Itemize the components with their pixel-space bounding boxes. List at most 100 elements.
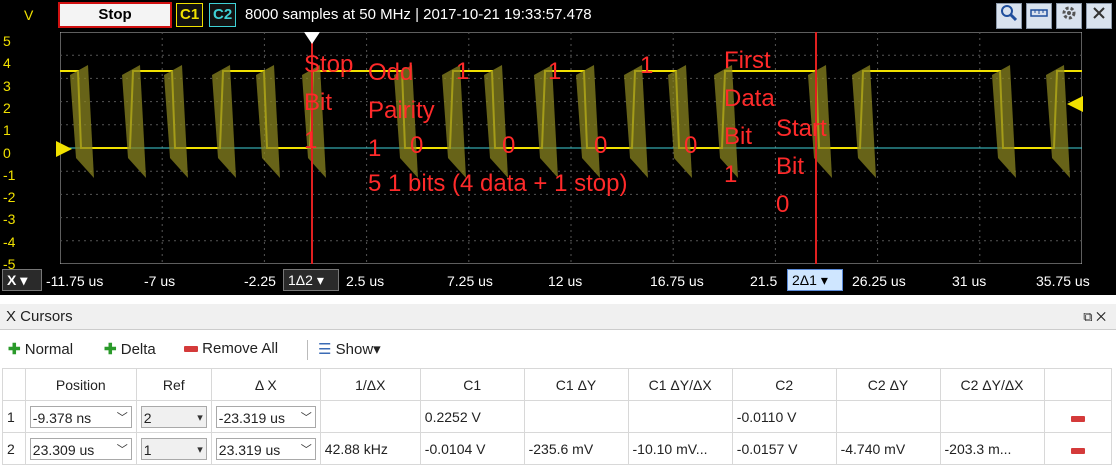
edge-envelope: [256, 65, 280, 178]
column-header: Δ X: [210, 368, 321, 401]
column-header: C2: [731, 368, 837, 401]
column-header: C2 ΔY: [835, 368, 941, 401]
x-tick-10: 35.75 us: [1036, 273, 1090, 289]
c1-dy-cell: [523, 400, 629, 433]
cursor-1-tag[interactable]: 1Δ2 ▾: [283, 269, 339, 291]
pin-icon[interactable]: ⧉ ✕: [1083, 304, 1106, 330]
annotation-summary: 5 1 bits (4 data + 1 stop): [368, 170, 628, 197]
x-axis-bar: X ▾ -11.75 us -7 us -2.25 1Δ2 ▾ 2.5 us 7…: [0, 265, 1116, 295]
scope-toolbar: V Stop C1 C2 8000 samples at 50 MHz | 20…: [0, 0, 1116, 32]
ref-select[interactable]: 1 ▾: [140, 437, 207, 460]
x-tick-4: 7.25 us: [447, 273, 493, 289]
y-tick-label: 0: [3, 144, 11, 161]
y-tick-label: -4: [3, 233, 16, 250]
column-header: [1043, 368, 1112, 401]
edge-envelope: [70, 65, 94, 178]
chevron-down-icon: ﹀: [300, 411, 312, 424]
minus-icon: [1070, 447, 1085, 454]
annotation-bit-3: 1: [548, 58, 562, 85]
x-cursors-panel-header: X Cursors ⧉ ✕: [0, 304, 1116, 330]
column-header: Ref: [135, 368, 212, 401]
position-value: -9.378 ns: [32, 409, 92, 426]
add-normal-button[interactable]: ✚ Normal: [8, 340, 73, 358]
annotation-first-data-bit: First Data Bit 1: [724, 47, 775, 188]
position-cell: 23.309 us ﹀: [24, 432, 137, 465]
y-tick-label: 5: [3, 33, 11, 49]
x-tick-5: 12 us: [548, 273, 583, 289]
dx-value: -23.319 us: [218, 409, 285, 426]
chevron-down-icon: ﹀: [116, 443, 128, 456]
position-cell: -9.378 ns ﹀: [24, 400, 137, 433]
column-header: Position: [24, 368, 137, 401]
y-tick-label: -2: [3, 189, 16, 206]
stop-button[interactable]: Stop: [58, 2, 172, 28]
position-value: 23.309 us: [32, 441, 95, 458]
remove-row-button[interactable]: [1043, 400, 1112, 433]
trigger-level-marker[interactable]: [1067, 95, 1085, 113]
x-tick-7: 21.5: [750, 273, 778, 289]
close-icon[interactable]: [1086, 3, 1112, 29]
y-tick-label: -3: [3, 211, 16, 228]
x-tick-1: -7 us: [144, 273, 176, 289]
ref-select[interactable]: 2 ▾: [140, 405, 207, 428]
channel-2-button[interactable]: C2: [209, 3, 237, 27]
add-delta-button[interactable]: ✚ Delta: [104, 340, 156, 358]
annotation-bit-6: 0: [684, 132, 698, 159]
minus-icon: [1070, 415, 1085, 422]
dx-select[interactable]: 23.319 us ﹀: [215, 437, 316, 460]
chevron-down-icon: ▾: [197, 411, 203, 424]
cursor-1-marker[interactable]: [304, 32, 320, 44]
zoom-icon[interactable]: [996, 3, 1022, 29]
ref-cell: 2 ▾: [135, 400, 212, 433]
scope-plot-panel: V Stop C1 C2 8000 samples at 50 MHz | 20…: [0, 0, 1116, 295]
panel-title: X Cursors: [6, 308, 73, 325]
annotation-bit-0: 0: [410, 132, 424, 159]
channel-1-offset-marker[interactable]: [56, 140, 74, 158]
column-header: C1 ΔY: [523, 368, 629, 401]
cursor-2-tag[interactable]: 2Δ1 ▾: [787, 269, 843, 291]
show-menu-button[interactable]: ☰ Show▾: [318, 340, 381, 358]
annotation-odd-parity: Odd Pairity 1: [368, 59, 435, 162]
c1-dy-cell: -235.6 mV: [523, 432, 629, 465]
waveform-grid[interactable]: [59, 31, 1083, 265]
show-menu-label: Show: [335, 341, 374, 358]
inv-dx-cell: 42.88 kHz: [319, 432, 421, 465]
position-select[interactable]: -9.378 ns ﹀: [29, 405, 132, 428]
y-tick-label: 1: [3, 122, 11, 139]
annotation-bit-2: 0: [502, 132, 516, 159]
chevron-down-icon: ▾: [197, 443, 203, 456]
ruler-icon[interactable]: [1026, 3, 1052, 29]
x-tick-9: 31 us: [952, 273, 987, 289]
cursor-1-tag-label: 1Δ2: [288, 272, 313, 288]
c2-dydx-cell: [939, 400, 1045, 433]
position-select[interactable]: 23.309 us ﹀: [29, 437, 132, 460]
edge-envelope: [1046, 65, 1070, 178]
chevron-down-icon: ﹀: [116, 411, 128, 424]
c2-dy-cell: -4.740 mV: [835, 432, 941, 465]
remove-all-button[interactable]: Remove All: [184, 340, 278, 357]
column-header: [2, 368, 26, 401]
minus-icon: [184, 346, 198, 353]
cursor-2-tag-label: 2Δ1: [792, 272, 817, 288]
ref-value: 2: [143, 409, 152, 426]
table-header-row: Position Ref Δ X 1/ΔX C1 C1 ΔY C1 ΔY/ΔX …: [2, 368, 1112, 401]
x-axis-menu[interactable]: X ▾: [2, 269, 42, 291]
y-unit-label: V: [24, 7, 34, 23]
settings-icon[interactable]: [1056, 3, 1082, 29]
dx-select[interactable]: -23.319 us ﹀: [215, 405, 316, 428]
toolbar-divider: [307, 340, 308, 360]
chevron-down-icon: ▾: [316, 272, 324, 288]
annotation-stop-bit: Stop Bit 1: [304, 51, 354, 154]
c2-dydx-cell: -203.3 m...: [939, 432, 1045, 465]
edge-envelope: [164, 65, 188, 178]
channel-1-button[interactable]: C1: [176, 3, 204, 27]
annotation-start-bit: Start Bit 0: [776, 115, 827, 218]
edge-envelope: [852, 65, 876, 178]
edge-envelope: [992, 65, 1016, 178]
annotation-bit-1: 1: [456, 58, 470, 85]
x-tick-3: 2.5 us: [346, 273, 385, 289]
c1-cell: -0.0104 V: [419, 432, 525, 465]
remove-row-button[interactable]: [1043, 432, 1112, 465]
row-index: 2: [2, 432, 26, 465]
plus-icon: ✚: [8, 341, 21, 358]
